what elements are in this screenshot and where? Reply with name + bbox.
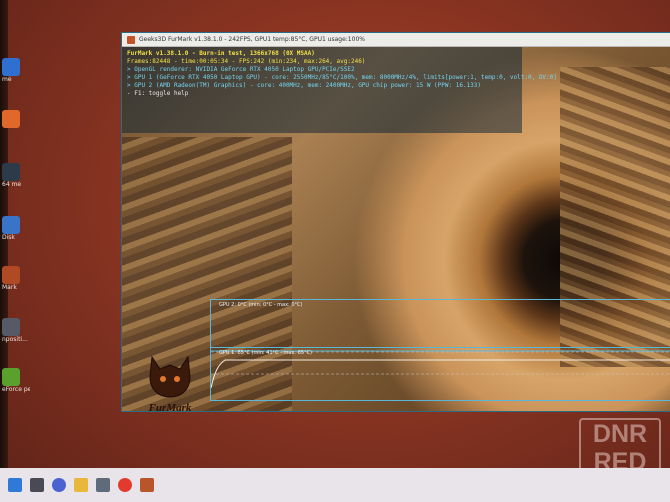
start-button[interactable] (8, 478, 22, 492)
hud-gpu1-line: > GPU 1 (GeForce RTX 4050 Laptop GPU) - … (127, 74, 557, 81)
desktop-icon-1[interactable]: me (0, 58, 30, 83)
browser-button[interactable] (96, 478, 110, 492)
app-icon (2, 163, 20, 181)
hud-renderer-line: > OpenGL renderer: NVIDIA GeForce RTX 40… (127, 66, 355, 73)
app-icon (2, 216, 20, 234)
task-view-button[interactable] (30, 478, 44, 492)
desktop-icon-label: Disk (2, 234, 15, 241)
desktop-icon-3[interactable]: 64 me (0, 163, 30, 188)
taskbar (0, 468, 670, 502)
window-title: Geeks3D FurMark v1.38.1.0 - 242FPS, GPU1… (139, 36, 365, 43)
hud-overlay: FurMark v1.38.1.0 - Burn-in test, 1366x7… (127, 50, 557, 98)
desktop-icon-5[interactable]: Mark (0, 266, 30, 291)
gpu2-graph-label: GPU 2: 0°C (min: 0°C - max: 0°C) (219, 302, 303, 308)
yandex-button[interactable] (118, 478, 132, 492)
gpu2-temp-graph: GPU 2: 0°C (min: 0°C - max: 0°C) (210, 299, 670, 352)
desktop-icon-4[interactable]: Disk (0, 216, 30, 241)
furmark-window[interactable]: Geeks3D FurMark v1.38.1.0 - 242FPS, GPU1… (122, 33, 670, 411)
desktop-icon-6[interactable]: npositi... chmark (0, 318, 30, 343)
desktop-icon-label: 64 me (2, 181, 22, 188)
file-explorer-button[interactable] (74, 478, 88, 492)
gpu1-temp-graph: GPU 1: 85°C (min: 41°C - max: 85°C) (210, 347, 670, 401)
desktop-icon-label: Mark (2, 284, 17, 291)
furmark-logo: FurMark (148, 355, 192, 411)
hud-help-line: - F1: toggle help (127, 90, 189, 97)
watermark-line1: DNR (592, 420, 648, 448)
app-icon (2, 318, 20, 336)
app-icon (2, 266, 20, 284)
desktop-icon-2[interactable] (0, 110, 30, 128)
hud-frames-line: Frames:82448 - time:00:05:34 - FPS:242 (… (127, 58, 366, 65)
logo-text: FurMark (148, 402, 192, 411)
app-icon (2, 110, 20, 128)
hud-gpu2-line: > GPU 2 (AMD Radeon(TM) Graphics) - core… (127, 82, 482, 89)
desktop-icon-label: npositi... chmark (2, 336, 30, 343)
gpu1-graph-label: GPU 1: 85°C (min: 41°C - max: 85°C) (219, 350, 312, 356)
furmark-app-icon (127, 35, 135, 44)
app-icon (2, 58, 20, 76)
render-viewport[interactable]: FurMark v1.38.1.0 - Burn-in test, 1366x7… (122, 47, 670, 411)
app-icon (2, 368, 20, 386)
desktop-icon-7[interactable]: eForce perience (0, 368, 30, 393)
furmark-taskbar-button[interactable] (140, 478, 154, 492)
chat-button[interactable] (52, 478, 66, 492)
desktop-icon-label: me (2, 76, 12, 83)
window-titlebar[interactable]: Geeks3D FurMark v1.38.1.0 - 242FPS, GPU1… (122, 33, 670, 47)
desktop-icon-label: eForce perience (2, 386, 30, 393)
hud-title-line: FurMark v1.38.1.0 - Burn-in test, 1366x7… (127, 50, 315, 57)
